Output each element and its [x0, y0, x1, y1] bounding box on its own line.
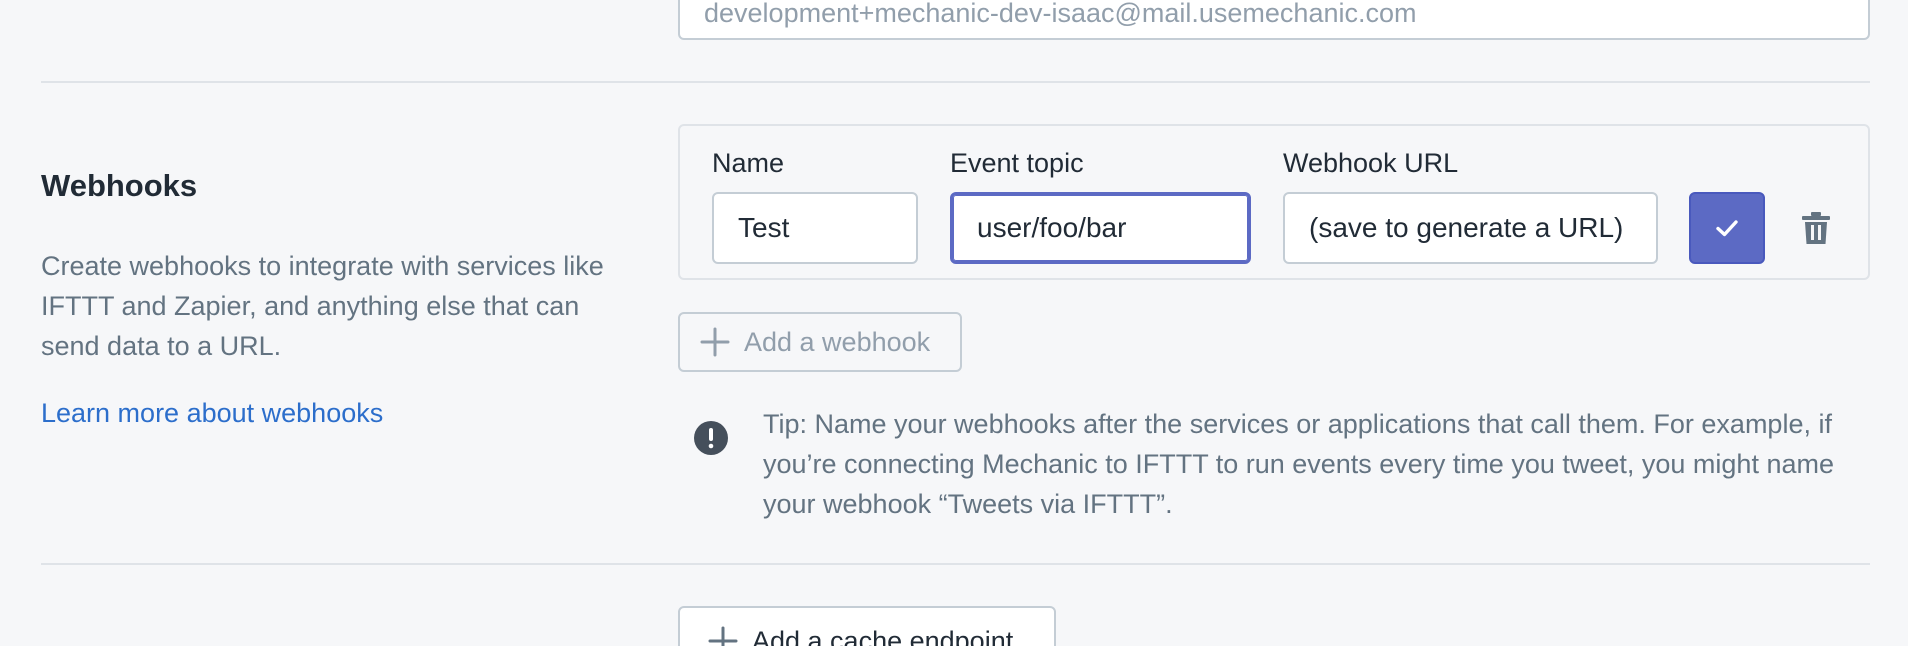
- learn-more-link[interactable]: Learn more about webhooks: [41, 398, 383, 429]
- checkmark-icon: [1716, 220, 1738, 237]
- event-topic-label: Event topic: [950, 148, 1084, 178]
- email-field-value: development+mechanic-dev-isaac@mail.usem…: [704, 0, 1417, 28]
- settings-page: development+mechanic-dev-isaac@mail.usem…: [0, 0, 1908, 646]
- add-cache-endpoint-label: Add a cache endpoint: [752, 626, 1014, 646]
- tip-text: Tip: Name your webhooks after the servic…: [763, 409, 1834, 519]
- webhook-row: Name Event topic Webhook URL: [678, 124, 1870, 280]
- email-field[interactable]: development+mechanic-dev-isaac@mail.usem…: [678, 0, 1870, 40]
- webhook-url-field[interactable]: [1283, 192, 1658, 264]
- section-title: Webhooks: [41, 168, 198, 203]
- confirm-webhook-button[interactable]: [1689, 192, 1765, 264]
- delete-webhook-button[interactable]: [1792, 204, 1840, 252]
- exclamation-circle-icon: [694, 421, 728, 455]
- plus-icon: [708, 626, 738, 646]
- section-divider: [41, 563, 1870, 565]
- name-label: Name: [712, 148, 785, 178]
- add-webhook-label: Add a webhook: [744, 326, 931, 357]
- event-topic-input[interactable]: [950, 192, 1251, 264]
- add-cache-endpoint-button[interactable]: Add a cache endpoint: [678, 606, 1056, 646]
- plus-icon: [700, 327, 730, 357]
- webhook-name-input[interactable]: [712, 192, 918, 264]
- webhook-url-label: Webhook URL: [1283, 148, 1459, 178]
- section-description: Create webhooks to integrate with servic…: [41, 251, 604, 361]
- trash-icon: [1802, 212, 1830, 244]
- section-divider: [41, 81, 1870, 83]
- add-webhook-button[interactable]: Add a webhook: [678, 312, 962, 372]
